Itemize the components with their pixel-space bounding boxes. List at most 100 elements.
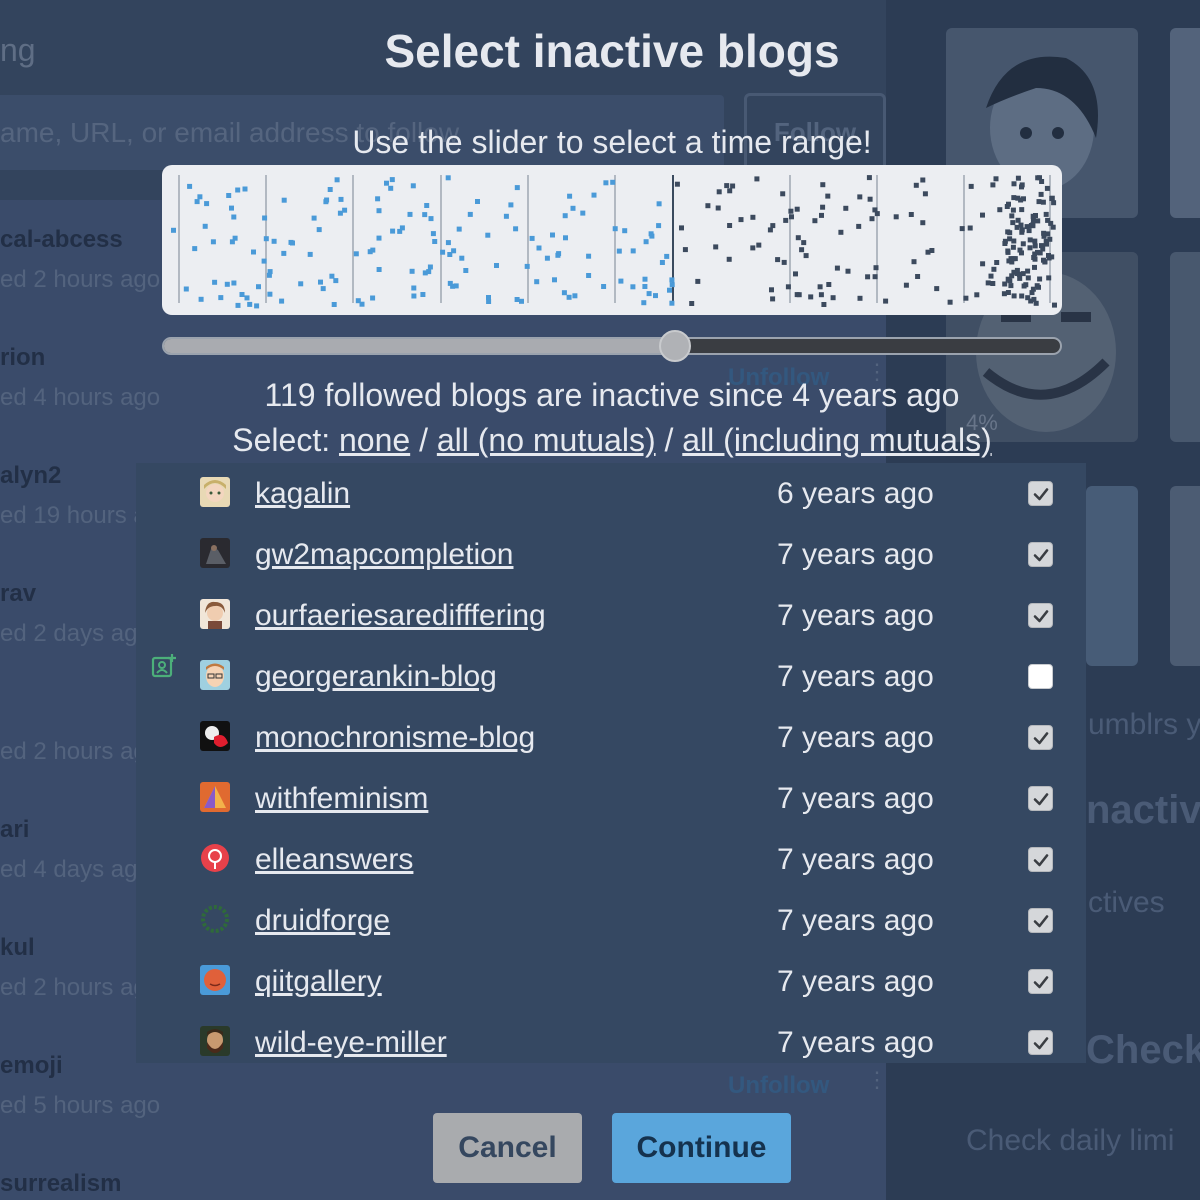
blog-row[interactable]: wild-eye-miller 7 years ago [136,1006,1086,1063]
blog-activity-dot [552,277,557,283]
fairy-avatar[interactable] [200,599,230,629]
blog-activity-dot [1011,293,1017,299]
red-circle-avatar[interactable] [200,843,230,873]
blog-activity-dot [572,293,578,299]
blog-name-link[interactable]: monochronisme-blog [255,721,535,755]
blog-activity-dot [1042,259,1048,265]
blog-activity-dot [715,205,721,211]
blog-row[interactable]: druidforge 7 years ago [136,884,1086,945]
blog-select-checkbox[interactable] [1028,847,1053,872]
blog-row[interactable]: withfeminism 7 years ago [136,762,1086,823]
blog-activity-dot [281,250,287,256]
orange-face-avatar[interactable] [200,965,230,995]
blog-row[interactable]: ourfaeriesaredifffering 7 years ago [136,579,1086,640]
blog-select-checkbox[interactable] [1028,969,1053,994]
anime-girl-avatar[interactable] [200,477,230,507]
blog-select-checkbox[interactable] [1028,725,1053,750]
blog-row[interactable]: elleanswers 7 years ago [136,823,1086,884]
blog-activity-dot [834,265,840,271]
blog-activity-dot [610,179,616,185]
blog-activity-dot [642,284,648,289]
slider-caption: Use the slider to select a time range! [352,124,872,160]
blog-activity-dot [376,235,382,241]
select-all-no-mutuals-link[interactable]: all (no mutuals) [437,422,656,458]
blog-select-checkbox[interactable] [1028,542,1053,567]
blog-activity-dot [1041,230,1047,236]
blog-activity-dot [456,226,462,232]
blog-activity-dot [445,240,451,246]
blog-activity-dot [229,239,235,245]
blog-activity-dot [447,280,453,286]
time-range-slider[interactable] [162,337,1062,355]
blog-activity-dot [985,280,991,286]
blog-name-link[interactable]: wild-eye-miller [255,1026,447,1060]
triangle-logo-avatar[interactable] [200,782,230,812]
blog-activity-dot [566,294,572,300]
inactive-blog-list[interactable]: kagalin 6 years ago gw2mapcompletion 7 year… [136,463,1086,1063]
continue-button[interactable]: Continue [612,1113,791,1183]
blog-activity-dot [830,295,836,301]
blog-activity-dot [795,235,801,241]
blog-select-checkbox[interactable] [1028,1030,1053,1055]
blog-select-checkbox[interactable] [1028,908,1053,933]
blog-activity-dot [410,183,416,189]
blog-row[interactable]: georgerankin-blog 7 years ago [136,640,1086,701]
cartoon-man-avatar[interactable] [200,660,230,690]
blog-activity-dot [612,226,618,232]
blog-activity-dot [459,255,465,261]
dark-warrior-avatar[interactable] [200,538,230,568]
blog-activity-dot [467,211,473,217]
blog-activity-dot [856,223,862,229]
blog-activity-dot [1011,195,1017,201]
mono-art-avatar[interactable] [200,721,230,751]
blog-activity-dot [1030,223,1036,229]
blog-select-checkbox[interactable] [1028,664,1053,689]
blog-activity-dot [618,278,624,284]
blog-name-link[interactable]: gw2mapcompletion [255,538,513,572]
green-ring-avatar[interactable] [200,904,230,934]
blog-activity-dot [320,286,326,292]
blog-activity-dot [1030,218,1036,224]
blog-activity-dot [1010,207,1016,213]
blog-select-checkbox[interactable] [1028,786,1053,811]
blog-row[interactable]: monochronisme-blog 7 years ago [136,701,1086,762]
blog-activity-dot [788,208,794,214]
select-all-including-mutuals-link[interactable]: all (including mutuals) [682,422,991,458]
blog-activity-dot [649,233,655,239]
blog-activity-dot [411,293,417,299]
blog-name-link[interactable]: georgerankin-blog [255,660,497,694]
blog-last-active: 7 years ago [777,843,934,876]
blog-select-checkbox[interactable] [1028,481,1053,506]
blog-activity-dot [409,268,415,274]
blog-activity-dot [198,296,204,302]
blog-activity-dot [1007,278,1013,284]
blog-activity-dot [519,298,524,304]
blog-activity-dot [334,177,340,183]
select-none-link[interactable]: none [339,422,410,458]
blog-name-link[interactable]: ourfaeriesaredifffering [255,599,546,633]
blog-activity-dot [826,282,832,287]
blog-activity-dot [567,193,573,199]
bearded-man-avatar[interactable] [200,1026,230,1056]
cancel-button[interactable]: Cancel [433,1113,582,1183]
blog-activity-dot [1032,243,1038,249]
blog-select-checkbox[interactable] [1028,603,1053,628]
blog-row[interactable]: kagalin 6 years ago [136,463,1086,518]
blog-activity-dot [1010,244,1016,250]
slider-handle[interactable] [659,330,691,362]
blog-activity-dot [1029,290,1035,296]
blog-activity-dot [327,187,333,192]
blog-activity-dot [769,287,774,293]
blog-name-link[interactable]: druidforge [255,904,390,938]
blog-activity-dot [713,244,719,250]
blog-name-link[interactable]: withfeminism [255,782,428,816]
blog-activity-dot [825,193,831,199]
blog-row[interactable]: qiitgallery 7 years ago [136,945,1086,1006]
blog-activity-dot [727,223,733,228]
blog-activity-dot [872,207,878,213]
blog-name-link[interactable]: qiitgallery [255,965,382,999]
blog-activity-dot [266,272,272,278]
blog-name-link[interactable]: kagalin [255,477,350,511]
blog-row[interactable]: gw2mapcompletion 7 years ago [136,518,1086,579]
blog-name-link[interactable]: elleanswers [255,843,413,877]
